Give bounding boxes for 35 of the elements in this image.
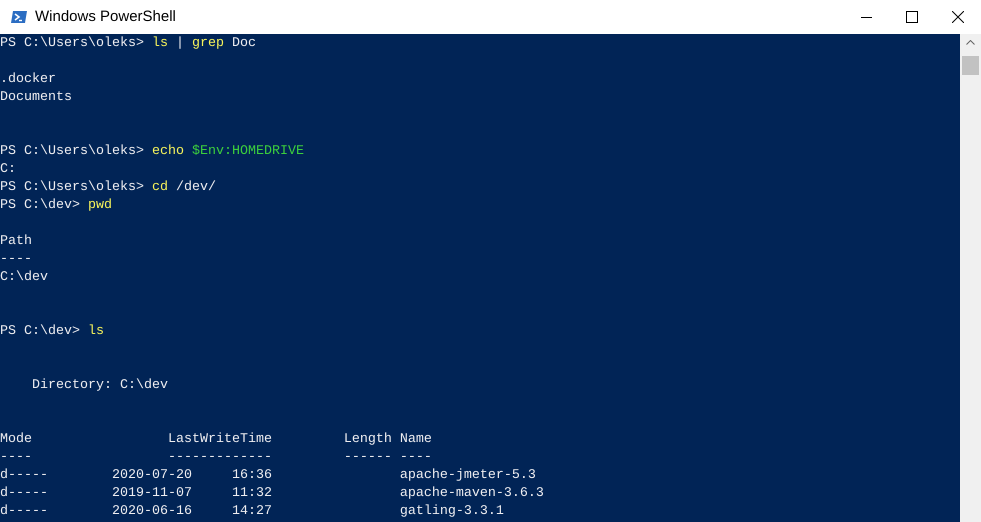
- console-text: ----: [0, 251, 32, 269]
- command-text: cd: [152, 179, 168, 197]
- scrollbar[interactable]: [960, 34, 981, 522]
- command-text: ls: [88, 323, 104, 341]
- console-text: PS C:\dev>: [0, 323, 81, 341]
- console-text: /dev/: [174, 179, 216, 197]
- console-text: Path: [0, 233, 32, 251]
- console-text: PS C:\Users\oleks>: [0, 179, 145, 197]
- maximize-icon: [906, 11, 918, 23]
- console-text: ---- ------------- ------ ----: [0, 449, 432, 467]
- console-text: PS C:\Users\oleks>: [0, 35, 145, 53]
- console-text: C:\dev: [0, 269, 48, 287]
- console-text: C:: [0, 161, 16, 179]
- command-text: ls: [152, 35, 168, 53]
- console-text: d----- 2020-06-16 14:27 gatling-3.3.1: [0, 503, 504, 521]
- console-text: PS C:\dev>: [0, 197, 81, 215]
- minimize-icon: [860, 16, 872, 18]
- close-icon: [952, 11, 964, 23]
- console-text: .docker: [0, 71, 56, 89]
- console-text: Documents: [0, 89, 72, 107]
- console-text: Doc: [230, 35, 256, 53]
- window-title: Windows PowerShell: [35, 6, 176, 27]
- command-text: pwd: [88, 197, 112, 215]
- variable-text: $Env:HOMEDRIVE: [190, 143, 304, 161]
- console-text: Mode LastWriteTime Length Name: [0, 431, 432, 449]
- command-text: grep: [192, 35, 224, 53]
- console-text: d----- 2019-11-07 11:32 apache-maven-3.6.3: [0, 485, 544, 503]
- scroll-up-icon[interactable]: [966, 40, 975, 45]
- console-text: PS C:\Users\oleks>: [0, 143, 145, 161]
- console-text: d----- 2020-07-20 16:36 apache-jmeter-5.3: [0, 467, 536, 485]
- console-text: Directory: C:\dev: [30, 377, 168, 395]
- scroll-thumb[interactable]: [962, 56, 979, 75]
- console-text: |: [174, 35, 185, 53]
- command-text: echo: [152, 143, 184, 161]
- terminal-icon: [11, 9, 27, 25]
